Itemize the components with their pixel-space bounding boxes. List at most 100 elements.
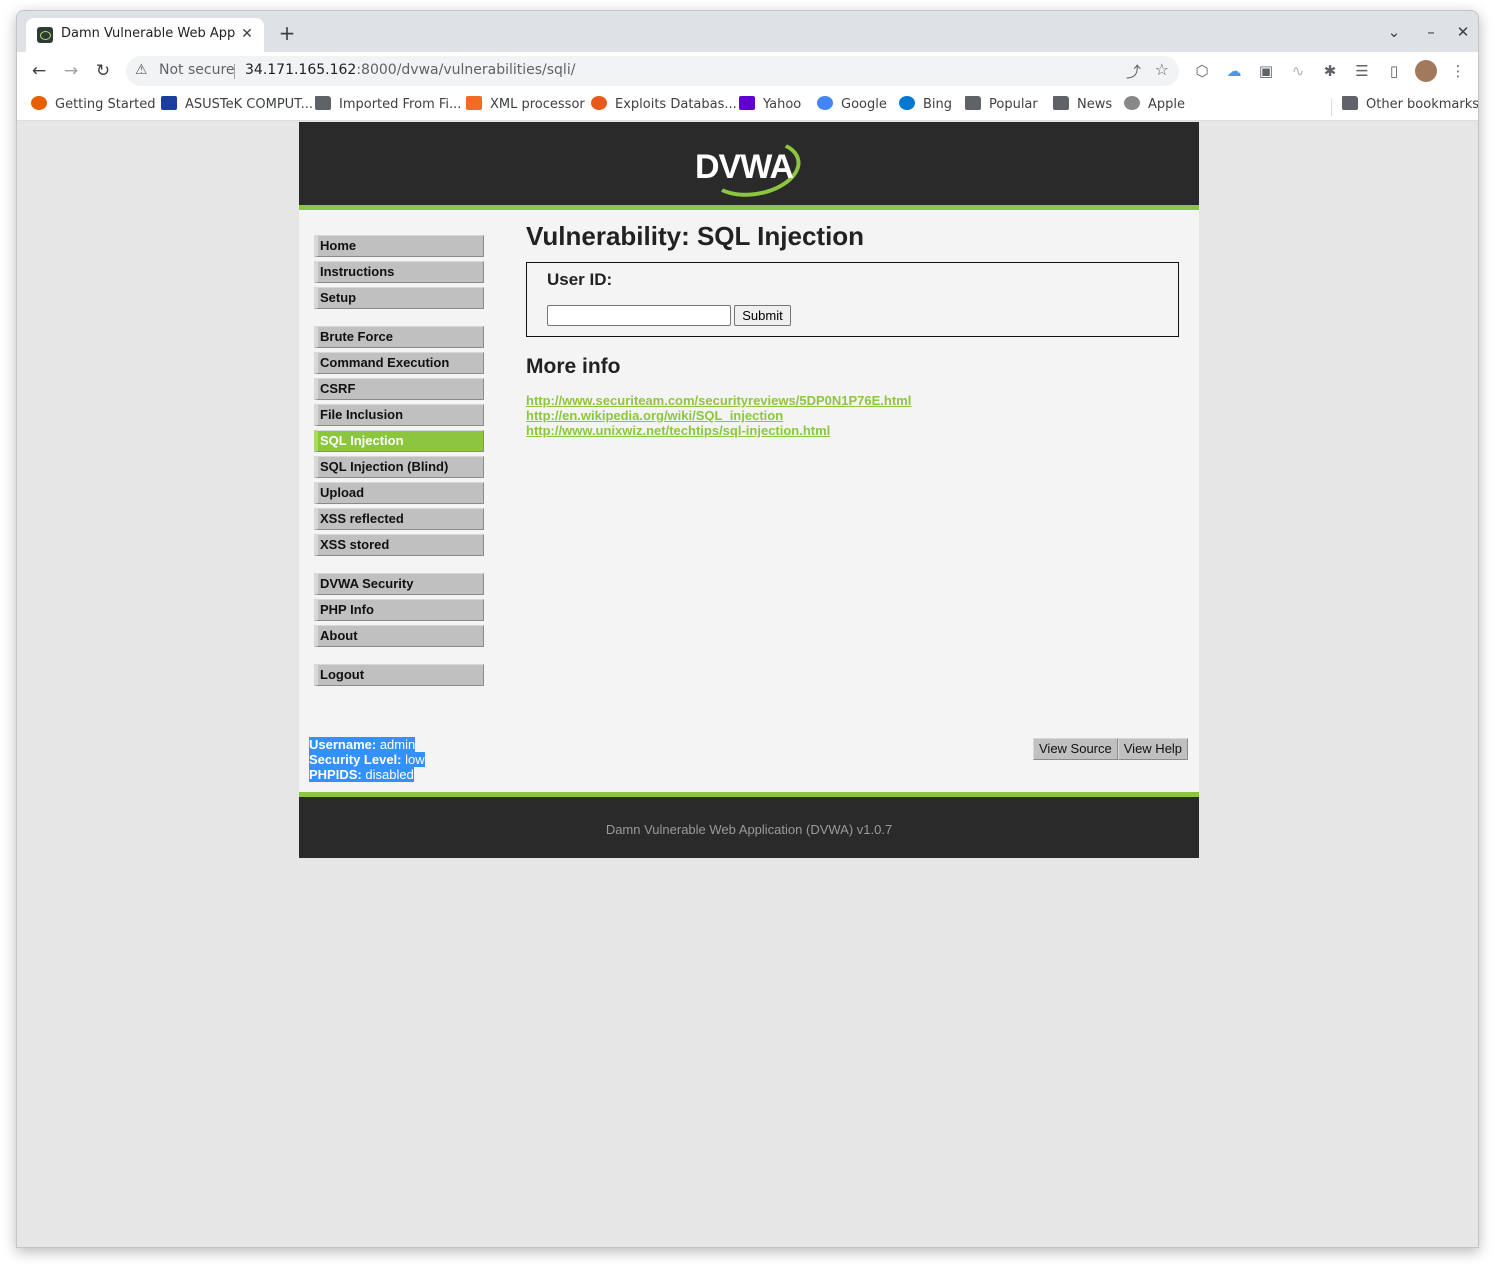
link-securiteam[interactable]: http://www.securiteam.com/securityreview… (526, 393, 1179, 408)
dvwa-page: DVWA Home Instructions Setup Brute Force Co… (299, 122, 1199, 858)
menu-item-csrf[interactable]: CSRF (314, 378, 484, 400)
browser-tab[interactable]: Damn Vulnerable Web App (DVWA) ✕ (26, 18, 264, 52)
address-bar[interactable]: ⚠ Not secure 34.171.165.162:8000/dvwa/vu… (126, 56, 1179, 86)
menu-item-file-inclusion[interactable]: File Inclusion (314, 404, 484, 426)
sqli-form: User ID: Submit (526, 262, 1179, 337)
window-close-icon[interactable]: ✕ (1452, 21, 1474, 43)
back-arrow-icon[interactable]: ← (27, 59, 51, 83)
minimize-icon[interactable]: – (1420, 21, 1442, 43)
user-id-input[interactable] (547, 305, 731, 326)
link-wikipedia[interactable]: http://en.wikipedia.org/wiki/SQL_injecti… (526, 408, 1179, 423)
dvwa-header: DVWA (299, 122, 1199, 210)
footer-text: Damn Vulnerable Web Application (DVWA) v… (605, 822, 893, 837)
puzzle-extensions-icon[interactable]: ✱ (1319, 60, 1341, 82)
dvwa-footer: Damn Vulnerable Web Application (DVWA) v… (299, 792, 1199, 858)
bookmark-bing[interactable]: Bing (899, 96, 952, 114)
cloud-extension-icon[interactable]: ☁ (1223, 60, 1245, 82)
bookmark-imported-from-firefox[interactable]: Imported From Fi... (315, 96, 461, 114)
menu-item-xss-reflected[interactable]: XSS reflected (314, 508, 484, 530)
extension-hexagon-icon[interactable]: ⬡ (1191, 60, 1213, 82)
new-tab-icon[interactable]: + (276, 21, 298, 45)
extension-pulse-icon[interactable]: ∿ (1287, 60, 1309, 82)
menu-item-home[interactable]: Home (314, 235, 484, 257)
omnibox-divider (234, 64, 235, 79)
main-content: Vulnerability: SQL Injection User ID: Su… (526, 220, 1179, 438)
menu-item-upload[interactable]: Upload (314, 482, 484, 504)
menu-item-php-info[interactable]: PHP Info (314, 599, 484, 621)
bing-icon (899, 96, 915, 110)
bookmark-apple[interactable]: Apple (1124, 96, 1185, 114)
bookmark-exploits-database[interactable]: Exploits Databas... (591, 96, 737, 114)
more-info-links: http://www.securiteam.com/securityreview… (526, 393, 1179, 438)
user-id-label: User ID: (547, 270, 613, 289)
google-icon (817, 96, 833, 110)
bookmark-star-icon[interactable]: ☆ (1155, 60, 1169, 79)
view-buttons: View Source View Help (1033, 738, 1189, 760)
bookmark-news[interactable]: News (1053, 96, 1112, 114)
menu-item-setup[interactable]: Setup (314, 287, 484, 309)
tab-title: Damn Vulnerable Web App (DVWA) (61, 26, 237, 41)
profile-avatar[interactable] (1415, 60, 1437, 82)
url-text[interactable]: 34.171.165.162:8000/dvwa/vulnerabilities… (245, 62, 575, 78)
browser-window: Damn Vulnerable Web App (DVWA) ✕ + ⌄ – ✕… (16, 10, 1479, 1248)
extension-icon[interactable]: ▣ (1255, 60, 1277, 82)
menu-item-dvwa-security[interactable]: DVWA Security (314, 573, 484, 595)
menu-item-brute-force[interactable]: Brute Force (314, 326, 484, 348)
share-icon[interactable]: ⤴ (1126, 61, 1141, 82)
other-bookmarks[interactable]: Other bookmarks (1342, 96, 1478, 114)
view-help-button[interactable]: View Help (1117, 738, 1189, 760)
menu-item-instructions[interactable]: Instructions (314, 261, 484, 283)
status-username: Username: admin (309, 737, 416, 752)
dvwa-logo: DVWA (695, 132, 806, 204)
forward-arrow-icon[interactable]: → (59, 59, 83, 83)
menu-group-logout: Logout (314, 664, 484, 686)
tab-strip: Damn Vulnerable Web App (DVWA) ✕ + ⌄ – ✕ (17, 11, 1478, 52)
view-source-button[interactable]: View Source (1033, 738, 1118, 760)
menu-item-sql-injection[interactable]: SQL Injection (314, 430, 484, 452)
folder-icon (315, 96, 331, 110)
menu-item-about[interactable]: About (314, 625, 484, 647)
folder-icon (1342, 96, 1358, 110)
menu-group-vulnerabilities: Brute Force Command Execution CSRF File Inc… (314, 326, 484, 556)
bookmarks-bar: Getting Started ASUSTeK COMPUT... Import… (17, 90, 1478, 121)
tab-close-icon[interactable]: ✕ (238, 25, 256, 43)
folder-icon (965, 96, 981, 110)
menu-item-command-execution[interactable]: Command Execution (314, 352, 484, 374)
more-info-heading: More info (526, 355, 621, 378)
status-phpids: PHPIDS: disabled (309, 767, 414, 782)
browser-toolbar: ← → ↻ ⚠ Not secure 34.171.165.162:8000/d… (17, 52, 1478, 90)
bookmark-xml-processor[interactable]: XML processor (466, 96, 585, 114)
menu-group-settings: DVWA Security PHP Info About (314, 573, 484, 647)
status-security-level: Security Level: low (309, 752, 425, 767)
bookmark-asustek[interactable]: ASUSTeK COMPUT... (161, 96, 313, 114)
bookmark-popular[interactable]: Popular (965, 96, 1038, 114)
tab-search-chevron-icon[interactable]: ⌄ (1383, 21, 1405, 43)
bookmark-getting-started[interactable]: Getting Started (31, 96, 156, 114)
link-unixwiz[interactable]: http://www.unixwiz.net/techtips/sql-inje… (526, 423, 1179, 438)
page-viewport: DVWA Home Instructions Setup Brute Force Co… (17, 122, 1478, 1247)
bookmark-google[interactable]: Google (817, 96, 887, 114)
warning-triangle-icon[interactable]: ⚠ (135, 62, 148, 78)
asus-icon (161, 96, 177, 110)
more-menu-icon[interactable]: ⋮ (1447, 60, 1469, 82)
reload-icon[interactable]: ↻ (91, 59, 115, 83)
bookmarks-divider (1331, 98, 1332, 116)
page-title: Vulnerability: SQL Injection (526, 221, 865, 251)
exploitdb-icon (591, 96, 607, 110)
menu-item-logout[interactable]: Logout (314, 664, 484, 686)
side-panel-icon[interactable]: ▯ (1383, 60, 1405, 82)
reading-list-icon[interactable]: ☰ (1351, 60, 1373, 82)
folder-icon (1053, 96, 1069, 110)
firefox-icon (31, 96, 47, 110)
bookmark-yahoo[interactable]: Yahoo (739, 96, 801, 114)
z-icon (466, 96, 482, 110)
security-status[interactable]: Not secure (159, 62, 235, 78)
user-status: Username: admin Security Level: low PHPI… (309, 737, 425, 782)
main-menu: Home Instructions Setup Brute Force Command… (314, 235, 484, 703)
dvwa-favicon-icon (37, 27, 53, 43)
submit-button[interactable]: Submit (734, 305, 791, 326)
menu-item-sql-injection-blind[interactable]: SQL Injection (Blind) (314, 456, 484, 478)
menu-item-xss-stored[interactable]: XSS stored (314, 534, 484, 556)
menu-group-general: Home Instructions Setup (314, 235, 484, 309)
apple-icon (1124, 96, 1140, 110)
